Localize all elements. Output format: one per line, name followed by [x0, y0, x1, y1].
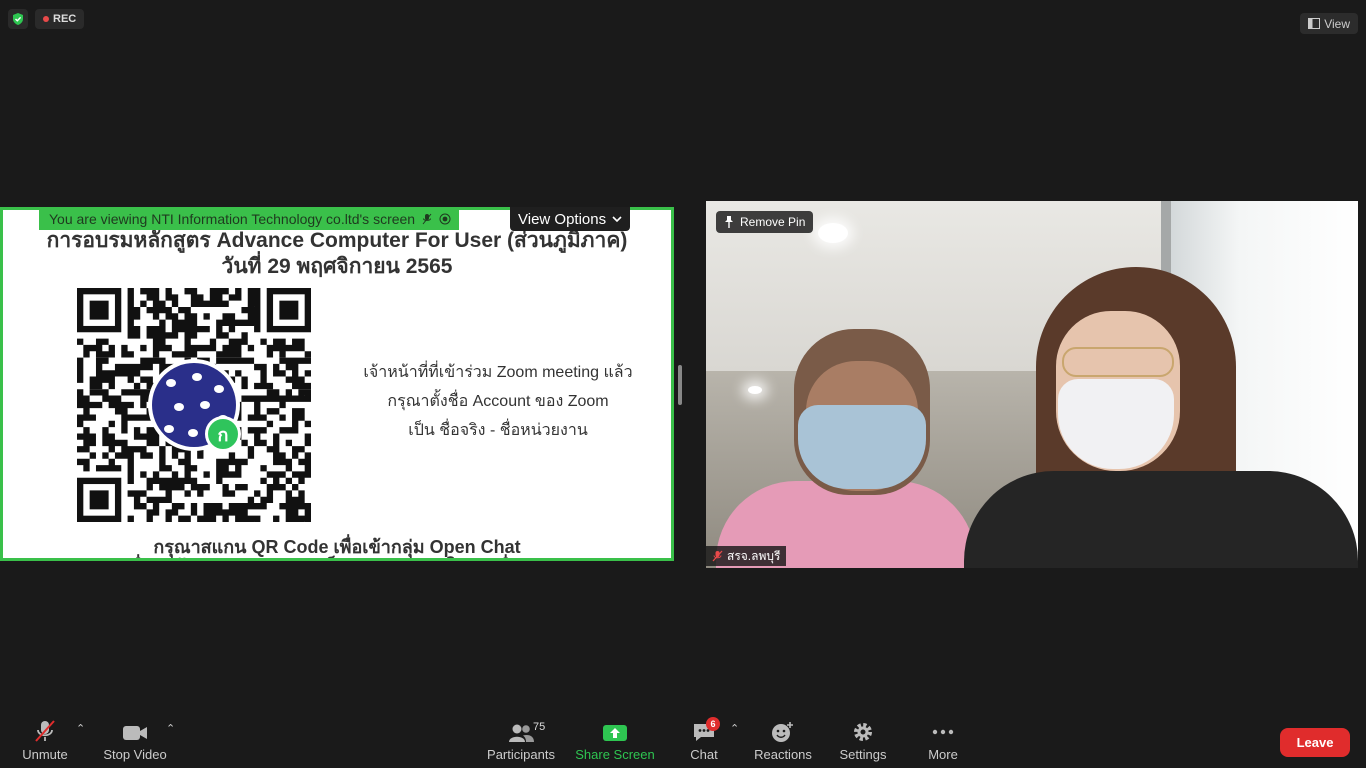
stop-video-button[interactable]: Stop Video: [100, 716, 170, 768]
view-label: View: [1324, 16, 1350, 31]
security-shield-icon[interactable]: [8, 9, 28, 29]
ceiling-light: [748, 386, 762, 394]
participants-icon: [509, 724, 534, 742]
qr-finder-square: [89, 490, 109, 510]
video-options-caret-icon[interactable]: ⌃: [166, 722, 175, 735]
share-title-line2: วันที่ 29 พฤศจิกายน 2565: [221, 255, 453, 278]
gear-icon: [854, 723, 872, 741]
chat-label: Chat: [690, 747, 718, 762]
pin-icon: [725, 216, 733, 228]
view-options-button[interactable]: View Options: [510, 207, 631, 231]
qr-code: ก: [77, 288, 311, 522]
chat-options-caret-icon[interactable]: ⌃: [730, 722, 739, 735]
openchat-badge-icon: ก: [205, 416, 241, 452]
person-right-body: [964, 471, 1358, 568]
viewing-banner-text: You are viewing NTI Information Technolo…: [49, 211, 416, 227]
more-button[interactable]: More: [920, 716, 966, 768]
participants-label: Participants: [487, 747, 555, 762]
instruction-line2: กรุณาตั้งชื่อ Account ของ Zoom: [387, 393, 609, 410]
record-dot-icon: [43, 16, 49, 22]
participants-count: 75: [533, 721, 546, 733]
person-right-glasses: [1062, 347, 1174, 377]
participant-video[interactable]: [706, 201, 1358, 568]
recording-badge[interactable]: REC: [35, 9, 85, 29]
remove-pin-button[interactable]: Remove Pin: [716, 211, 814, 233]
rec-label: REC: [53, 13, 77, 25]
stop-video-label: Stop Video: [103, 747, 167, 762]
share-screen-label: Share Screen: [575, 747, 655, 762]
mic-muted-icon: [712, 550, 723, 562]
audio-options-caret-icon[interactable]: ⌃: [76, 722, 85, 735]
reactions-smiley-icon: [772, 722, 793, 742]
shared-screen[interactable]: การอบรมหลักสูตร Advance Computer For Use…: [0, 207, 674, 561]
viewing-screen-banner: You are viewing NTI Information Technolo…: [39, 208, 460, 230]
scan-instruction-line2: เพื่อรับข้อมูลข่าวสาร และเป็นช่องทางหลัก…: [3, 552, 671, 558]
person-left-mask: [798, 405, 926, 489]
reactions-button[interactable]: Reactions: [752, 716, 814, 768]
splitter-handle[interactable]: [678, 365, 682, 405]
view-options-label: View Options: [518, 210, 607, 228]
chat-unread-badge: 6: [706, 717, 720, 731]
instruction-line3: เป็น ชื่อจริง - ชื่อหน่วยงาน: [408, 422, 588, 439]
participant-name: สรจ.ลพบุรี: [727, 548, 781, 563]
meeting-toolbar: Unmute ⌃ Stop Video ⌃ Participants 75 Sh…: [0, 716, 1366, 768]
instruction-line1: เจ้าหน้าที่ที่เข้าร่วม Zoom meeting แล้ว: [363, 364, 633, 381]
leave-button[interactable]: Leave: [1280, 728, 1350, 757]
share-screen-button[interactable]: Share Screen: [574, 716, 656, 768]
participant-name-tag: สรจ.ลพบุรี: [706, 546, 787, 566]
mic-muted-icon: [422, 213, 432, 225]
record-circle-icon: [439, 213, 451, 225]
video-camera-icon: [123, 726, 147, 740]
mic-muted-icon: [35, 720, 55, 742]
participants-button[interactable]: Participants: [486, 716, 556, 768]
more-label: More: [928, 747, 958, 762]
view-button[interactable]: View: [1300, 13, 1358, 34]
reactions-label: Reactions: [754, 747, 812, 762]
settings-button[interactable]: Settings: [836, 716, 890, 768]
share-screen-icon: [603, 725, 627, 741]
meeting-stage: REC View การอบรมหลักสูตร Advance Compute…: [0, 0, 1366, 716]
view-layout-icon: [1308, 18, 1321, 29]
ceiling-light: [818, 223, 848, 243]
unmute-label: Unmute: [22, 747, 68, 762]
qr-finder-square: [279, 300, 299, 320]
chevron-down-icon: [612, 216, 622, 222]
qr-finder-square: [89, 300, 109, 320]
unmute-button[interactable]: Unmute: [18, 716, 72, 768]
more-dots-icon: [932, 729, 954, 735]
remove-pin-label: Remove Pin: [740, 215, 806, 229]
settings-label: Settings: [839, 747, 887, 762]
